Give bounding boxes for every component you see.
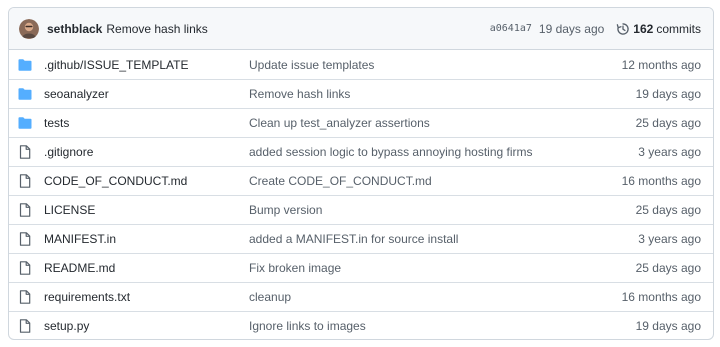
file-commit-age: 19 days ago — [635, 87, 701, 101]
file-commit-age: 25 days ago — [635, 261, 701, 275]
folder-icon — [17, 115, 33, 131]
file-commit-age: 3 years ago — [638, 232, 701, 246]
file-commit-age: 16 months ago — [621, 290, 701, 304]
file-commit-age: 25 days ago — [635, 116, 701, 130]
file-name-link[interactable]: seoanalyzer — [44, 87, 249, 101]
file-commit-message-link[interactable]: added session logic to bypass annoying h… — [249, 145, 638, 159]
file-commit-age: 19 days ago — [635, 319, 701, 333]
file-name-link[interactable]: LICENSE — [44, 203, 249, 217]
file-name-link[interactable]: .gitignore — [44, 145, 249, 159]
file-commit-age: 16 months ago — [621, 174, 701, 188]
file-icon — [17, 289, 33, 305]
author-avatar[interactable] — [19, 18, 39, 39]
commits-link[interactable]: 162 commits — [616, 22, 701, 36]
latest-commit-bar: sethblack Remove hash links a0641a7 19 d… — [9, 8, 713, 50]
file-commit-message-link[interactable]: Ignore links to images — [249, 319, 636, 333]
file-icon — [17, 144, 33, 160]
commit-age[interactable]: 19 days ago — [539, 22, 604, 36]
commit-sha[interactable]: a0641a7 — [490, 23, 532, 34]
file-list: .github/ISSUE_TEMPLATE Update issue templ… — [9, 50, 713, 339]
file-row[interactable]: .github/ISSUE_TEMPLATE Update issue templ… — [9, 50, 713, 79]
file-row[interactable]: .gitignore added session logic to bypass … — [9, 137, 713, 166]
file-browser: sethblack Remove hash links a0641a7 19 d… — [8, 7, 714, 340]
file-row[interactable]: requirements.txt cleanup 16 months ago — [9, 282, 713, 311]
commit-message[interactable]: Remove hash links — [106, 22, 207, 36]
commit-author[interactable]: sethblack — [47, 22, 102, 36]
file-name-link[interactable]: .github/ISSUE_TEMPLATE — [44, 58, 249, 72]
file-row[interactable]: tests Clean up test_analyzer assertions 25… — [9, 108, 713, 137]
file-commit-age: 25 days ago — [635, 203, 701, 217]
file-commit-message-link[interactable]: added a MANIFEST.in for source install — [249, 232, 638, 246]
file-icon — [17, 231, 33, 247]
commits-label: commits — [656, 21, 701, 36]
file-commit-age: 3 years ago — [638, 145, 701, 159]
file-commit-message-link[interactable]: Fix broken image — [249, 261, 636, 275]
commit-count: 162 — [633, 21, 654, 36]
file-commit-message-link[interactable]: Update issue templates — [249, 58, 622, 72]
file-icon — [17, 260, 33, 276]
file-commit-message-link[interactable]: Create CODE_OF_CONDUCT.md — [249, 174, 622, 188]
file-name-link[interactable]: requirements.txt — [44, 290, 249, 304]
file-row[interactable]: README.md Fix broken image 25 days ago — [9, 253, 713, 282]
folder-icon — [17, 57, 33, 73]
file-commit-message-link[interactable]: cleanup — [249, 290, 622, 304]
file-row[interactable]: seoanalyzer Remove hash links 19 days ago — [9, 79, 713, 108]
file-row[interactable]: MANIFEST.in added a MANIFEST.in for sourc… — [9, 224, 713, 253]
file-name-link[interactable]: README.md — [44, 261, 249, 275]
file-name-link[interactable]: MANIFEST.in — [44, 232, 249, 246]
file-icon — [17, 318, 33, 334]
file-name-link[interactable]: setup.py — [44, 319, 249, 333]
file-row[interactable]: CODE_OF_CONDUCT.md Create CODE_OF_CONDUCT… — [9, 166, 713, 195]
file-name-link[interactable]: CODE_OF_CONDUCT.md — [44, 174, 249, 188]
file-icon — [17, 173, 33, 189]
file-row[interactable]: setup.py Ignore links to images 19 days ag… — [9, 311, 713, 339]
file-commit-age: 12 months ago — [621, 57, 701, 72]
file-row[interactable]: LICENSE Bump version 25 days ago — [9, 195, 713, 224]
history-icon — [617, 22, 629, 35]
file-commit-message-link[interactable]: Clean up test_analyzer assertions — [249, 116, 636, 130]
folder-icon — [17, 86, 33, 102]
file-commit-message-link[interactable]: Remove hash links — [249, 87, 636, 101]
file-name-link[interactable]: tests — [44, 116, 249, 130]
file-commit-message-link[interactable]: Bump version — [249, 203, 636, 217]
file-icon — [17, 202, 33, 218]
